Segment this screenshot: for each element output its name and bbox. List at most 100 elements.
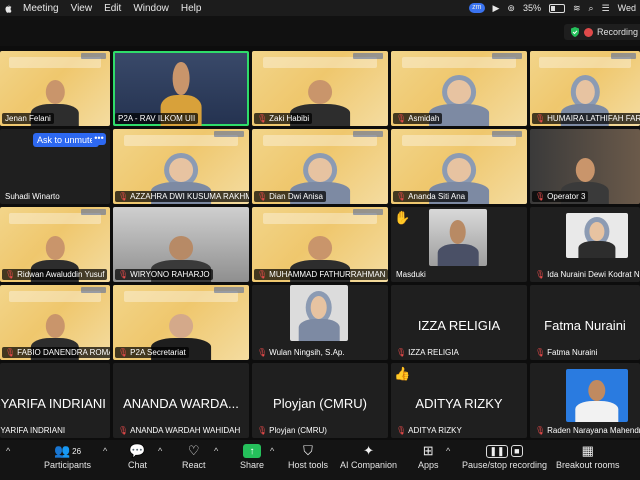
menu-window[interactable]: Window — [133, 3, 169, 14]
video-tile[interactable]: ADITYA RIZKY 🎙 ADITYA RIZKY — [391, 363, 527, 438]
menu-view[interactable]: View — [71, 3, 93, 14]
video-tile[interactable]: 🎙 MUHAMMAD FATHURRAHMAN — [252, 207, 388, 282]
video-tile[interactable]: SYARIFA INDRIANI SYARIFA INDRIANI — [0, 363, 110, 438]
participant-name: 🎙 Dian Dwi Anisa — [254, 191, 326, 202]
video-tile[interactable]: 🎙FABIO DANENDRA ROMANOV — [0, 285, 110, 360]
participant-name: 🎙FABIO DANENDRA ROMANOV — [2, 347, 110, 358]
video-tile[interactable]: 🎙 Wulan Ningsih, S.Ap. — [252, 285, 388, 360]
chevron-up-icon[interactable]: ^ — [270, 446, 274, 456]
recording-indicator[interactable]: Recording — [563, 24, 640, 40]
wifi-icon[interactable]: ≋ — [573, 3, 581, 14]
apple-icon[interactable] — [4, 3, 12, 13]
participant-video — [575, 379, 619, 422]
muted-mic-icon: 🎙 — [5, 348, 16, 357]
participant-name: 🎙 Raden Narayana Mahendra — [535, 426, 640, 435]
video-tile[interactable]: 🎙 Asmidah — [391, 51, 527, 126]
muted-mic-icon: 🎙 — [396, 426, 407, 435]
muted-mic-icon: 🎙 — [118, 192, 129, 201]
breakout-rooms-button[interactable]: ▦ Breakout rooms — [556, 442, 620, 470]
pause-stop-recording-button[interactable]: ❚❚ ■ Pause/stop recording — [462, 442, 547, 470]
participant-video — [298, 296, 340, 341]
muted-mic-icon: 🎙 — [118, 270, 129, 279]
chevron-up-icon[interactable]: ^ — [6, 446, 10, 456]
video-tile[interactable]: 🎙 Ananda Siti Ana — [391, 129, 527, 204]
participant-display-name: IZZA RELIGIA — [417, 318, 501, 333]
profile-photo — [566, 213, 628, 258]
participants-button[interactable]: 👥 26 Participants — [44, 442, 91, 470]
participant-name: 🎙 Ployjan (CMRU) — [257, 426, 327, 435]
meeting-top-bar — [0, 16, 640, 46]
chevron-up-icon[interactable]: ^ — [214, 446, 218, 456]
muted-mic-icon: 🎙 — [535, 348, 546, 357]
battery-icon[interactable] — [548, 3, 565, 13]
participant-display-name: Ployjan (CMRU) — [273, 396, 367, 411]
video-tile[interactable]: 🎙 Raden Narayana Mahendra — [530, 363, 640, 438]
video-tile[interactable]: Jenan Felani — [0, 51, 110, 126]
ai-companion-button[interactable]: ✦ AI Companion — [340, 442, 397, 470]
participant-video — [578, 222, 616, 258]
muted-mic-icon: 🎙 — [396, 114, 407, 123]
recording-label: Recording — [596, 27, 638, 37]
video-tile[interactable]: 🎙 Zaki Habibi — [252, 51, 388, 126]
video-tile[interactable]: 🎙Ida Nuraini Dewi Kodrat Ningsih — [530, 207, 640, 282]
menu-help[interactable]: Help — [181, 3, 202, 14]
sparkle-icon: ✦ — [363, 443, 374, 458]
raised-hand-icon: ✋ — [394, 210, 411, 225]
participant-name: 🎙 P2A Secretariat — [115, 347, 189, 358]
muted-mic-icon: 🎙 — [535, 426, 546, 435]
video-tile[interactable]: Masduki — [391, 207, 527, 282]
share-screen-icon: ↑ — [243, 444, 262, 458]
participant-name: 🎙 WIRYONO RAHARJO — [115, 269, 213, 280]
participants-label: Participants — [44, 460, 92, 470]
participant-name: 🎙 AZZAHRA DWI KUSUMA RAKHMA — [115, 191, 249, 202]
muted-mic-icon: 🎙 — [396, 192, 407, 201]
participant-name: 🎙 Zaki Habibi — [254, 113, 313, 124]
play-icon[interactable]: ▶ — [493, 3, 500, 14]
video-tile[interactable]: 🎙 Dian Dwi Anisa — [252, 129, 388, 204]
react-button[interactable]: ♡ React — [182, 442, 206, 470]
chevron-up-icon[interactable]: ^ — [158, 446, 162, 456]
more-options-button[interactable]: ••• — [92, 133, 106, 145]
shield-icon: ⛉ — [303, 443, 313, 458]
ask-to-unmute-button[interactable]: Ask to unmute — [33, 133, 99, 147]
video-tile[interactable]: 🎙 AZZAHRA DWI KUSUMA RAKHMA — [113, 129, 249, 204]
muted-mic-icon: 🎙 — [535, 270, 546, 279]
zoom-status-icon[interactable]: zm — [469, 3, 485, 13]
sync-icon[interactable]: ⊚ — [507, 3, 515, 14]
muted-mic-icon: 🎙 — [535, 114, 546, 123]
host-tools-button[interactable]: ⛉ Host tools — [288, 442, 328, 470]
menu-edit[interactable]: Edit — [104, 3, 121, 14]
thumbs-up-icon: 👍 — [394, 366, 411, 381]
chat-button[interactable]: 💬 Chat — [128, 442, 147, 470]
chat-label: Chat — [128, 460, 148, 470]
profile-photo — [566, 369, 628, 422]
search-icon[interactable]: ⌕ — [589, 3, 594, 14]
participants-icon: 👥 — [53, 443, 71, 458]
video-tile[interactable]: 🎙 P2A Secretariat — [113, 285, 249, 360]
video-tile[interactable]: Ployjan (CMRU) 🎙 Ployjan (CMRU) — [252, 363, 388, 438]
control-center-icon[interactable]: ☰ — [602, 3, 610, 14]
chevron-up-icon[interactable]: ^ — [446, 446, 450, 456]
apps-button[interactable]: ⊞ Apps — [418, 442, 439, 470]
recording-control-label: Pause/stop recording — [462, 460, 548, 470]
video-tile[interactable]: 🎙HUMAIRA LATHIFAH FARIDA — [530, 51, 640, 126]
video-tile-active-speaker[interactable]: P2A - RAV ILKOM UII — [113, 51, 249, 126]
video-tile[interactable]: IZZA RELIGIA 🎙 IZZA RELIGIA — [391, 285, 527, 360]
muted-mic-icon: 🎙 — [257, 192, 268, 201]
participant-name: P2A - RAV ILKOM UII — [115, 113, 199, 124]
participant-video — [437, 220, 479, 266]
participant-display-name: ANANDA WARDA... — [123, 396, 239, 411]
participant-count: 26 — [72, 446, 82, 456]
video-tile[interactable]: 🎙 Operator 3 — [530, 129, 640, 204]
video-tile[interactable]: Fatma Nuraini 🎙 Fatma Nuraini — [530, 285, 640, 360]
video-tile[interactable]: ANANDA WARDA... 🎙 ANANDA WARDAH WAHIDAH — [113, 363, 249, 438]
video-tile[interactable]: 🎙 WIRYONO RAHARJO — [113, 207, 249, 282]
battery-percent: 35% — [522, 3, 541, 13]
pause-icon: ❚❚ — [486, 444, 508, 458]
video-tile[interactable]: 🎙 Ridwan Awaluddin Yusuf — [0, 207, 110, 282]
muted-mic-icon: 🎙 — [257, 426, 268, 435]
share-button[interactable]: ↑ Share — [240, 442, 264, 470]
chevron-up-icon[interactable]: ^ — [103, 446, 107, 456]
menu-meeting[interactable]: Meeting — [23, 3, 59, 14]
participant-name: SYARIFA INDRIANI — [0, 426, 66, 435]
